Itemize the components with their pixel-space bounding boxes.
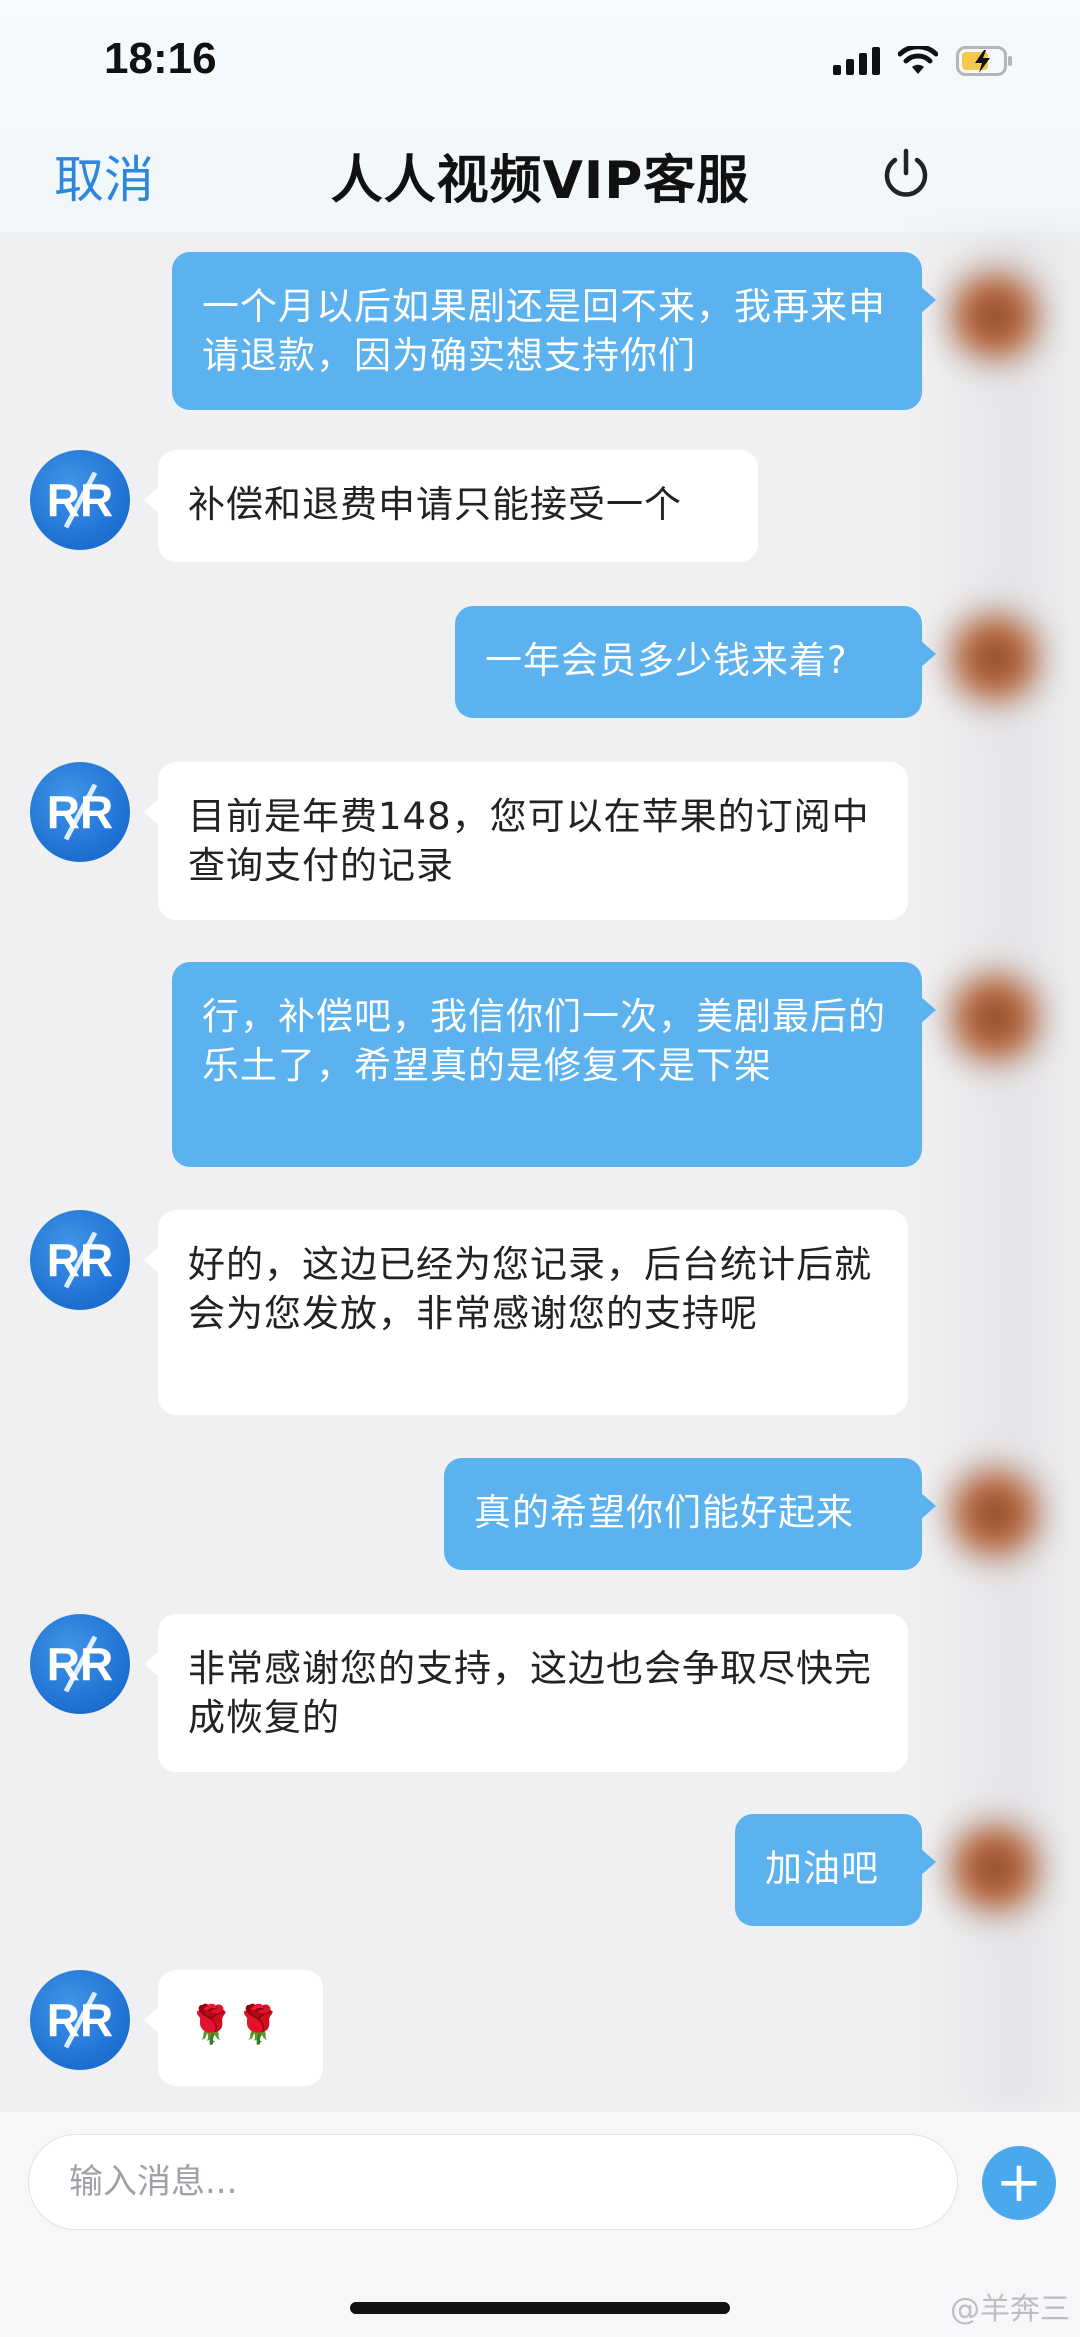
- signal-icon: [833, 47, 880, 75]
- watermark: @羊奔三: [950, 2292, 1070, 2327]
- user-avatar-blurred[interactable]: [935, 246, 1055, 386]
- agent-bubble[interactable]: 补偿和退费申请只能接受一个: [144, 450, 758, 562]
- agent-avatar[interactable]: RR: [30, 1614, 130, 1714]
- agent-avatar[interactable]: RR: [30, 762, 130, 862]
- user-avatar-blurred[interactable]: [935, 1798, 1055, 1938]
- agent-avatar[interactable]: RR: [30, 450, 130, 550]
- agent-bubble[interactable]: 好的，这边已经为您记录，后台统计后就会为您发放，非常感谢您的支持呢: [144, 1210, 908, 1415]
- message-input[interactable]: [28, 2134, 958, 2230]
- user-bubble[interactable]: 一个月以后如果剧还是回不来，我再来申请退款，因为确实想支持你们: [172, 252, 936, 410]
- power-button[interactable]: [878, 145, 934, 201]
- status-icons: [833, 44, 1014, 78]
- agent-bubble[interactable]: 非常感谢您的支持，这边也会争取尽快完成恢复的: [144, 1614, 908, 1772]
- agent-bubble[interactable]: 🌹🌹: [144, 1970, 323, 2086]
- user-avatar-blurred[interactable]: [935, 588, 1055, 728]
- input-bar: + @羊奔三: [0, 2112, 1080, 2337]
- wifi-icon: [898, 46, 938, 76]
- home-indicator: [350, 2302, 730, 2314]
- user-avatar-blurred[interactable]: [935, 948, 1055, 1088]
- top-bar: 18:16 取消 人人视频VIP客服: [0, 0, 1080, 232]
- user-bubble[interactable]: 一年会员多少钱来着?: [455, 606, 936, 718]
- add-button[interactable]: +: [982, 2146, 1056, 2220]
- agent-avatar[interactable]: RR: [30, 1970, 130, 2070]
- user-bubble[interactable]: 真的希望你们能好起来: [444, 1458, 936, 1570]
- user-bubble[interactable]: 加油吧: [735, 1814, 936, 1926]
- status-time: 18:16: [104, 34, 217, 83]
- user-avatar-blurred[interactable]: [935, 1443, 1055, 1583]
- agent-bubble[interactable]: 目前是年费148，您可以在苹果的订阅中查询支付的记录: [144, 762, 908, 920]
- user-bubble[interactable]: 行，补偿吧，我信你们一次，美剧最后的乐土了，希望真的是修复不是下架: [172, 962, 936, 1167]
- agent-avatar[interactable]: RR: [30, 1210, 130, 1310]
- power-icon: [884, 148, 928, 197]
- battery-charging-icon: [956, 46, 1014, 76]
